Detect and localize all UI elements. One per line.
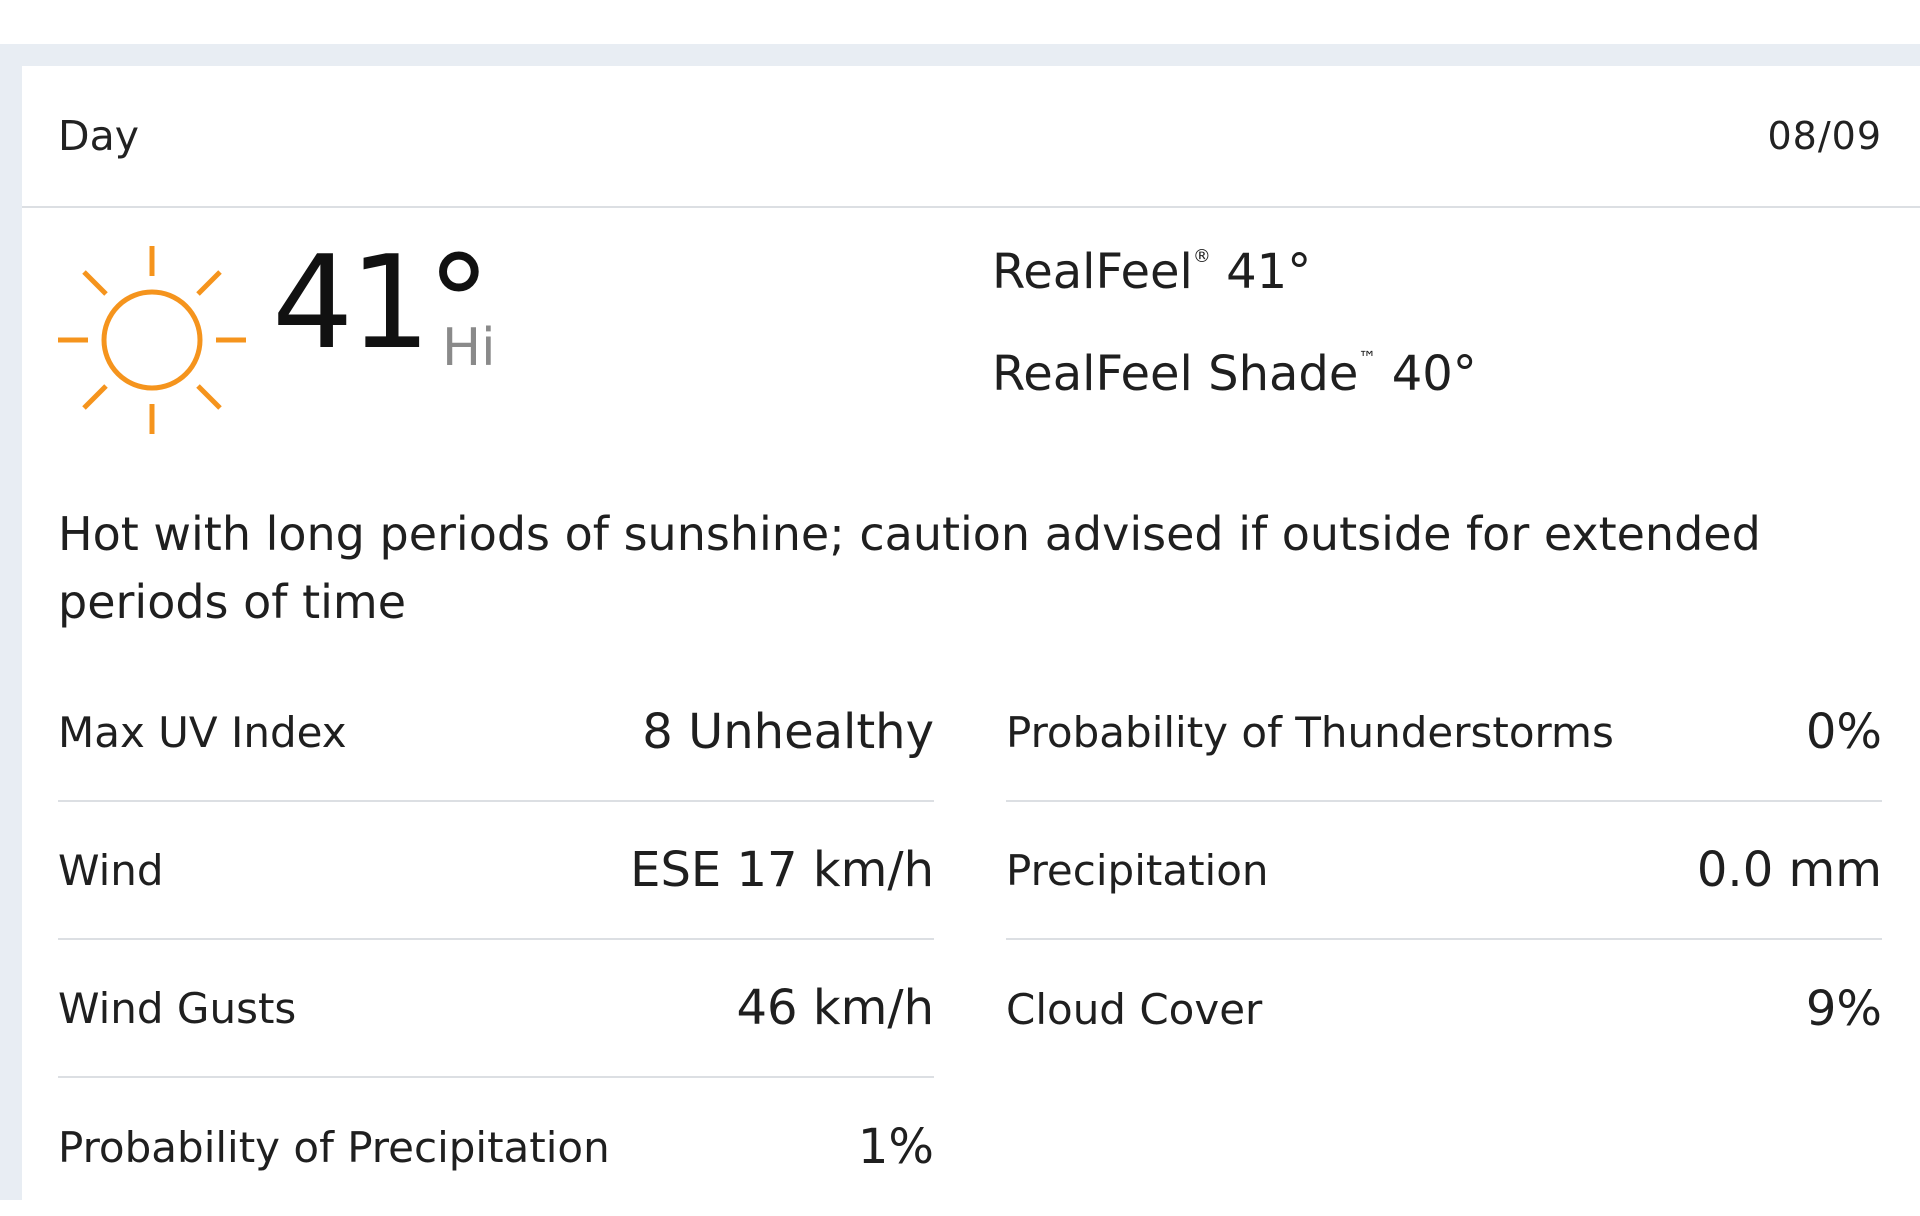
- detail-label: Wind: [58, 845, 164, 895]
- realfeel-shade: RealFeel Shade™ 40°: [992, 346, 1477, 402]
- detail-value: 0.0 mm: [1696, 842, 1882, 898]
- realfeel-shade-value: 40°: [1391, 346, 1477, 402]
- realfeel: RealFeel® 41°: [992, 244, 1311, 300]
- detail-row: Probability of Precipitation 1%: [58, 1078, 934, 1216]
- realfeel-mark: ®: [1192, 246, 1211, 267]
- detail-label: Wind Gusts: [58, 983, 297, 1033]
- top-bar: [0, 0, 1920, 44]
- detail-row: Wind ESE 17 km/h: [58, 802, 934, 940]
- detail-row: Wind Gusts 46 km/h: [58, 940, 934, 1078]
- forecast-phrase: Hot with long periods of sunshine; cauti…: [58, 507, 1761, 629]
- details-right-column: Probability of Thunderstorms 0% Precipit…: [1006, 664, 1882, 1078]
- detail-label: Cloud Cover: [1006, 984, 1263, 1034]
- realfeel-shade-label: RealFeel Shade: [992, 346, 1359, 402]
- card-header: Day 08/09: [22, 66, 1920, 208]
- detail-row: Max UV Index 8 Unhealthy: [58, 664, 934, 802]
- details-left-column: Max UV Index 8 Unhealthy Wind ESE 17 km/…: [58, 664, 934, 1216]
- realfeel-shade-mark: ™: [1358, 348, 1377, 369]
- detail-label: Probability of Thunderstorms: [1006, 707, 1614, 757]
- detail-value: 8 Unhealthy: [642, 704, 934, 760]
- detail-label: Max UV Index: [58, 707, 347, 757]
- detail-value: 9%: [1805, 981, 1882, 1037]
- detail-row: Cloud Cover 9%: [1006, 940, 1882, 1078]
- detail-label: Probability of Precipitation: [58, 1122, 610, 1172]
- card-title: Day: [58, 112, 139, 160]
- detail-row: Precipitation 0.0 mm: [1006, 802, 1882, 940]
- detail-value: 0%: [1805, 704, 1882, 760]
- detail-value: ESE 17 km/h: [630, 842, 934, 898]
- detail-label: Precipitation: [1006, 845, 1269, 895]
- detail-value: 1%: [857, 1119, 934, 1175]
- sun-icon-graphic: [58, 246, 246, 434]
- temperature-label: Hi: [442, 318, 496, 378]
- card-date: 08/09: [1767, 114, 1882, 158]
- realfeel-value: 41°: [1226, 244, 1312, 300]
- detail-row: Probability of Thunderstorms 0%: [1006, 664, 1882, 802]
- realfeel-label: RealFeel: [992, 244, 1193, 300]
- detail-value: 46 km/h: [736, 980, 934, 1036]
